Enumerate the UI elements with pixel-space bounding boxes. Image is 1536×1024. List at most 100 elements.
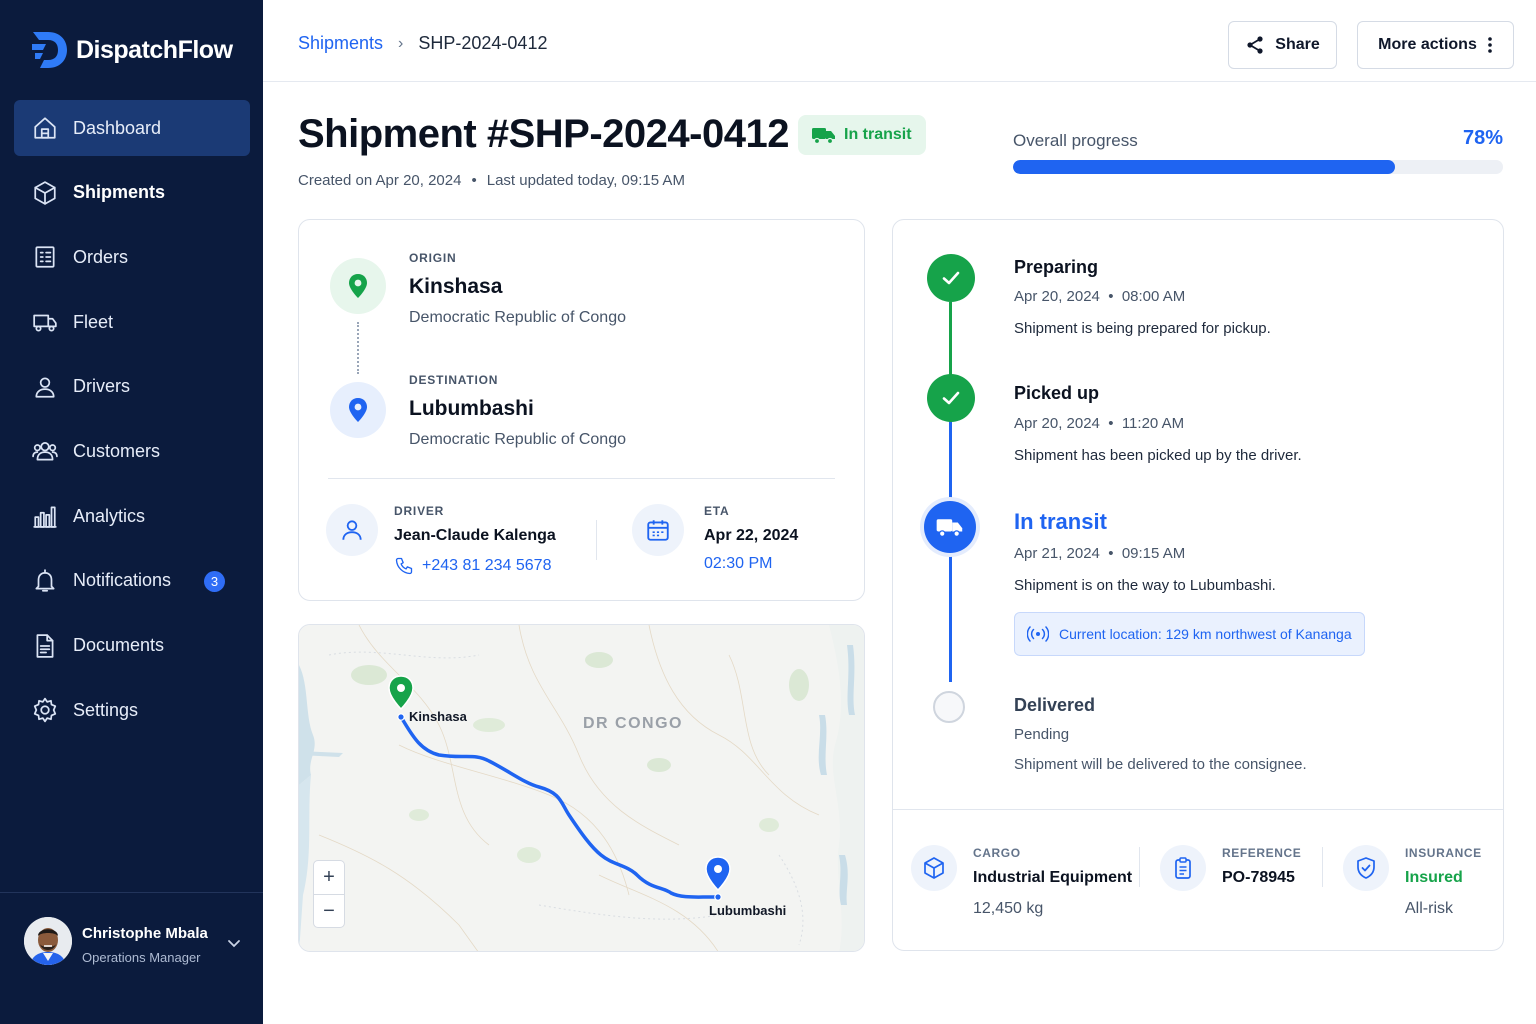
destination-country: Democratic Republic of Congo [409, 431, 626, 448]
sidebar-nav: Dashboard Shipments Orders Fleet Drivers… [14, 100, 250, 747]
sidebar-item-dashboard[interactable]: Dashboard [14, 100, 250, 156]
share-button[interactable]: Share [1228, 21, 1337, 69]
clipboard-icon [1160, 845, 1206, 891]
shipment-meta: Created on Apr 20, 2024 • Last updated t… [298, 172, 685, 189]
more-actions-button[interactable]: More actions [1357, 21, 1514, 69]
sidebar: DispatchFlow Dashboard Shipments Orders … [0, 0, 263, 1024]
sidebar-item-label: Notifications [73, 570, 172, 591]
timeline-step-clock: 08:00 AM [1121, 288, 1186, 305]
document-icon [32, 633, 58, 659]
truck-icon [32, 309, 58, 335]
user-menu[interactable]: Christophe Mbala Operations Manager [0, 892, 263, 1024]
breadcrumb-shipments-link[interactable]: Shipments [298, 33, 383, 54]
users-icon [32, 438, 58, 464]
zoom-in-button[interactable]: + [314, 861, 344, 894]
chevron-down-icon[interactable] [226, 935, 242, 951]
timeline-step-clock: 11:20 AM [1121, 415, 1185, 432]
sidebar-item-customers[interactable]: Customers [14, 423, 250, 479]
driver-phone: +243 81 234 5678 [422, 557, 552, 574]
timeline-step-description: Shipment has been picked up by the drive… [1014, 447, 1302, 464]
destination-point [714, 893, 722, 901]
sidebar-item-label: Analytics [73, 505, 146, 526]
timeline-step-title: Picked up [1014, 383, 1100, 403]
driver-name: Jean-Claude Kalenga [394, 527, 556, 544]
sidebar-item-label: Fleet [73, 311, 114, 332]
timeline-step-date: Apr 21, 2024 [1014, 545, 1100, 562]
signal-icon [1027, 626, 1049, 642]
destination-caption: DESTINATION [409, 373, 499, 387]
user-role: Operations Manager [82, 950, 201, 965]
sidebar-item-drivers[interactable]: Drivers [14, 359, 250, 415]
check-icon [927, 254, 975, 302]
timeline-connector [949, 421, 952, 503]
sidebar-item-label: Settings [73, 699, 139, 720]
divider [596, 520, 597, 560]
status-label: In transit [844, 126, 912, 143]
sidebar-item-settings[interactable]: Settings [14, 682, 250, 738]
timeline-step-time: Apr 21, 2024 • 09:15 AM [1014, 545, 1186, 562]
sidebar-item-documents[interactable]: Documents [14, 618, 250, 674]
origin-pin-icon [330, 258, 386, 314]
route-map[interactable]: DR CONGO Kinshasa Lubumbashi + − [298, 624, 865, 952]
separator-dot: • [471, 172, 477, 189]
updated-date: Last updated today, 09:15 AM [486, 172, 685, 189]
sidebar-item-fleet[interactable]: Fleet [14, 294, 250, 350]
created-date: Created on Apr 20, 2024 [298, 172, 462, 189]
user-icon [32, 374, 58, 400]
share-label: Share [1275, 36, 1320, 53]
brand-logo-icon [32, 32, 67, 68]
eta-date: Apr 22, 2024 [704, 527, 799, 544]
cargo-box-icon [911, 845, 957, 891]
current-location-pill[interactable]: Current location: 129 km northwest of Ka… [1014, 612, 1365, 656]
orders-icon [32, 244, 58, 270]
divider [893, 809, 1503, 810]
progress-bar-fill [1013, 160, 1396, 174]
route-connector [357, 322, 359, 374]
cargo-value: Industrial Equipment [973, 869, 1133, 886]
timeline-step-clock: 09:15 AM [1121, 545, 1186, 562]
breadcrumb-current: SHP-2024-0412 [418, 33, 548, 53]
chevron-right-icon: › [398, 34, 404, 52]
topbar: Shipments › SHP-2024-0412 Share More act… [263, 0, 1536, 82]
sidebar-item-shipments[interactable]: Shipments [14, 165, 250, 221]
reference-caption: REFERENCE [1222, 846, 1302, 860]
bar-chart-icon [32, 503, 58, 529]
sidebar-item-label: Orders [73, 246, 129, 267]
timeline-step-title: In transit [1014, 509, 1107, 534]
sidebar-item-analytics[interactable]: Analytics [14, 488, 250, 544]
zoom-controls: + − [313, 860, 345, 928]
sidebar-item-label: Dashboard [73, 117, 162, 138]
user-name: Christophe Mbala [82, 925, 208, 942]
more-actions-label: More actions [1378, 36, 1477, 53]
route-card: ORIGIN Kinshasa Democratic Republic of C… [298, 219, 865, 601]
divider [328, 478, 835, 479]
map-region-label: DR CONGO [583, 715, 683, 732]
map-origin-label: Kinshasa [409, 709, 467, 724]
cargo-weight: 12,450 kg [973, 900, 1044, 917]
sidebar-item-notifications[interactable]: Notifications 3 [14, 553, 250, 609]
truck-icon [812, 128, 835, 144]
eta-time: 02:30 PM [704, 555, 773, 572]
page-title: Shipment #SHP-2024-0412 [298, 112, 789, 156]
calendar-icon [632, 504, 684, 556]
zoom-out-button[interactable]: − [314, 894, 344, 927]
kebab-menu-icon [1488, 37, 1492, 53]
origin-point [397, 713, 405, 721]
progress-bar [1013, 160, 1503, 174]
truck-icon [924, 501, 976, 553]
timeline-step-description: Shipment is being prepared for pickup. [1014, 320, 1271, 337]
progress-value: 78% [1462, 127, 1503, 149]
timeline-step-description: Shipment will be delivered to the consig… [1014, 756, 1307, 773]
timeline-connector [949, 554, 952, 682]
pending-circle-icon [933, 691, 965, 723]
phone-icon [395, 557, 413, 575]
brand[interactable]: DispatchFlow [30, 30, 233, 70]
progress-label: Overall progress [1013, 131, 1138, 150]
driver-phone-link[interactable]: +243 81 234 5678 [394, 556, 551, 576]
map-destination-label: Lubumbashi [709, 903, 787, 918]
insurance-type: All-risk [1405, 900, 1453, 917]
origin-country: Democratic Republic of Congo [409, 309, 626, 326]
sidebar-item-orders[interactable]: Orders [14, 229, 250, 285]
timeline-step-time: Apr 20, 2024 • 08:00 AM [1014, 288, 1186, 305]
timeline-connector [949, 302, 952, 378]
